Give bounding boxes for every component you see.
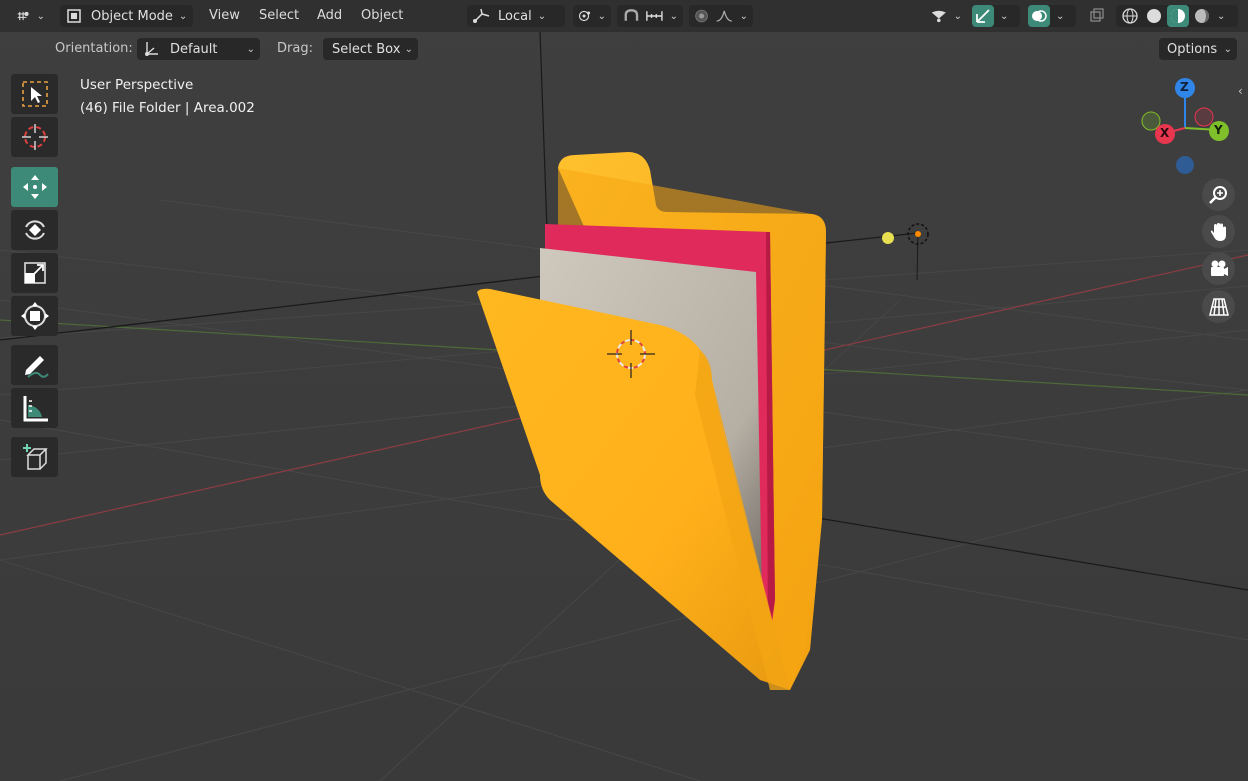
- visibility-cursor-icon: [931, 10, 946, 23]
- object-mode-icon: [67, 9, 81, 23]
- snap-increment-icon[interactable]: [645, 7, 664, 25]
- gizmo-toggle-group: ⌄: [972, 5, 1020, 27]
- add-cube-icon: [22, 444, 48, 470]
- select-box-icon: [21, 81, 48, 107]
- ortho-toggle-button[interactable]: [1202, 290, 1235, 323]
- drag-dropdown[interactable]: Select Box ⌄: [323, 38, 418, 60]
- gizmo-x-label: X: [1160, 126, 1170, 140]
- chevron-down-icon: ⌄: [739, 10, 748, 22]
- material-preview-button[interactable]: [1167, 5, 1189, 27]
- tool-transform[interactable]: [11, 296, 58, 336]
- pivot-icon: [578, 10, 591, 22]
- snap-group: ⌄: [617, 5, 683, 27]
- menu-view[interactable]: View: [209, 5, 240, 27]
- wireframe-shading-icon[interactable]: [1121, 7, 1139, 25]
- gizmo-z-label: Z: [1180, 80, 1189, 94]
- chevron-down-icon: ⌄: [1223, 43, 1232, 55]
- tool-settings-bar: Orientation: Default ⌄ Drag: Select Box …: [0, 33, 1248, 65]
- orientation-dropdown[interactable]: Default ⌄: [137, 38, 260, 60]
- drag-field-label: Drag:: [277, 41, 313, 56]
- perspective-label: User Perspective: [80, 77, 194, 93]
- drag-value: Select Box: [332, 41, 401, 57]
- viewport-header: ⌄ Object Mode ⌄ View Select Add Object L…: [0, 0, 1248, 32]
- chevron-down-icon[interactable]: ⌄: [1217, 11, 1225, 22]
- annotate-pencil-icon: [24, 356, 49, 378]
- 3d-viewport[interactable]: [0, 0, 1248, 781]
- tool-annotate[interactable]: [11, 345, 58, 385]
- transform-orientation-dropdown[interactable]: Local ⌄: [467, 5, 565, 27]
- object-info-label: (46) File Folder | Area.002: [80, 100, 255, 116]
- local-axes-icon: [473, 8, 490, 23]
- menu-select[interactable]: Select: [259, 5, 299, 27]
- scale-icon: [23, 262, 46, 284]
- chevron-down-icon: ⌄: [246, 43, 255, 55]
- grid-axis-icon: [17, 11, 29, 21]
- tool-rotate[interactable]: [11, 210, 58, 250]
- pivot-point-dropdown[interactable]: ⌄: [573, 5, 611, 27]
- chevron-down-icon: ⌄: [36, 10, 45, 22]
- overlays-icon: [1032, 10, 1047, 22]
- options-label: Options: [1167, 41, 1218, 57]
- proportional-editing-icon[interactable]: [694, 7, 709, 25]
- snap-magnet-icon[interactable]: [622, 7, 641, 25]
- measure-ruler-icon: [23, 396, 48, 422]
- chevron-down-icon: ⌄: [953, 10, 962, 22]
- camera-view-button[interactable]: [1202, 252, 1235, 285]
- editor-type-button[interactable]: ⌄: [12, 5, 50, 27]
- perspective-grid-icon: [1208, 297, 1229, 316]
- material-preview-icon: [1171, 9, 1185, 23]
- tool-select-box[interactable]: [11, 74, 58, 114]
- options-dropdown[interactable]: Options ⌄: [1159, 38, 1237, 60]
- orientation-label: Local: [498, 8, 532, 24]
- xray-toggle-button[interactable]: [1084, 5, 1110, 27]
- xray-icon: [1090, 8, 1104, 22]
- rotate-icon: [24, 220, 45, 240]
- sidebar-toggle-arrow-icon[interactable]: ‹: [1238, 84, 1243, 98]
- light-icon[interactable]: [882, 232, 894, 244]
- menu-object[interactable]: Object: [361, 5, 403, 27]
- mode-dropdown[interactable]: Object Mode ⌄: [60, 5, 193, 27]
- object-visibility-dropdown[interactable]: ⌄: [925, 5, 967, 27]
- orientation-value: Default: [170, 41, 218, 57]
- gizmo-toggle-button[interactable]: [972, 5, 994, 27]
- menu-add[interactable]: Add: [317, 5, 342, 27]
- gizmo-y-label: Y: [1214, 123, 1223, 137]
- falloff-curve-icon[interactable]: [715, 7, 733, 25]
- tool-cursor[interactable]: [11, 117, 58, 157]
- chevron-down-icon: ⌄: [178, 10, 188, 22]
- orientation-field-label: Orientation:: [55, 41, 133, 56]
- tool-measure[interactable]: [11, 388, 58, 428]
- transform-icon: [20, 302, 49, 330]
- tool-add-cube[interactable]: [11, 437, 58, 477]
- proportional-editing-group: ⌄: [689, 5, 753, 27]
- tool-move[interactable]: [11, 167, 58, 207]
- rendered-shading-icon[interactable]: [1193, 7, 1211, 25]
- chevron-down-icon[interactable]: ⌄: [1000, 11, 1008, 22]
- shading-mode-group: ⌄: [1116, 5, 1238, 27]
- overlays-toggle-button[interactable]: [1028, 5, 1050, 27]
- chevron-down-icon: ⌄: [597, 10, 606, 22]
- mode-label: Object Mode: [91, 8, 173, 24]
- gizmo-icon: [976, 9, 990, 23]
- cursor-icon: [21, 124, 48, 150]
- orientation-axes-icon: [145, 42, 158, 56]
- chevron-down-icon[interactable]: ⌄: [1056, 11, 1064, 22]
- hand-icon: [1210, 222, 1226, 241]
- tool-scale[interactable]: [11, 253, 58, 293]
- chevron-down-icon: ⌄: [537, 10, 547, 22]
- pan-button[interactable]: [1202, 215, 1235, 248]
- chevron-down-icon: ⌄: [404, 43, 413, 55]
- overlays-toggle-group: ⌄: [1028, 5, 1076, 27]
- zoom-magnifier-icon: [1208, 185, 1227, 204]
- move-arrows-icon: [22, 175, 47, 199]
- chevron-down-icon: ⌄: [669, 10, 678, 22]
- camera-icon: [1210, 260, 1228, 276]
- zoom-button[interactable]: [1202, 178, 1235, 211]
- solid-shading-icon[interactable]: [1145, 7, 1163, 25]
